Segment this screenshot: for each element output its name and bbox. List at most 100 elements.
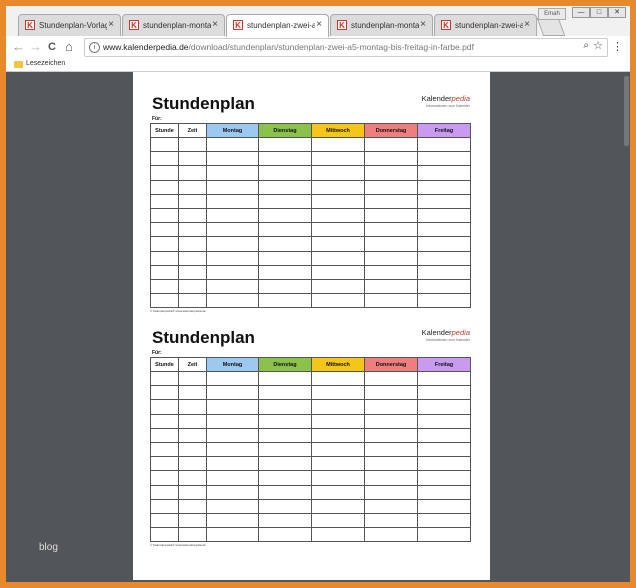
table-cell xyxy=(206,236,259,252)
table-cell xyxy=(150,179,179,195)
table-row xyxy=(150,151,471,167)
menu-icon[interactable]: ⋮ xyxy=(612,40,623,53)
table-cell xyxy=(311,370,365,387)
table-row xyxy=(150,427,471,443)
column-header: Montag xyxy=(206,123,259,138)
table-cell xyxy=(150,264,179,280)
bookmarks-label[interactable]: Lesezeichen xyxy=(26,60,65,67)
table-cell xyxy=(178,136,207,153)
new-tab-button[interactable] xyxy=(536,18,566,36)
table-cell xyxy=(150,250,179,266)
table-cell xyxy=(178,193,207,209)
table-cell xyxy=(258,250,312,266)
pdf-viewer[interactable]: Stundenplan Kalenderpedia Informationen zu… xyxy=(6,72,630,582)
table-cell xyxy=(178,441,207,458)
fuer-label: Für: xyxy=(152,116,162,122)
table-cell xyxy=(364,498,418,514)
column-header: Mittwoch xyxy=(311,123,365,138)
table-cell xyxy=(206,484,259,500)
tab-label: stundenplan-montag xyxy=(143,21,211,30)
table-row xyxy=(150,278,471,295)
table-row xyxy=(150,293,471,309)
logo-brand-text: Kalender xyxy=(421,94,452,103)
table-row xyxy=(150,250,471,266)
table-cell xyxy=(206,207,259,224)
info-icon[interactable]: i xyxy=(89,42,100,53)
table-cell xyxy=(417,179,471,195)
pdf-page: Stundenplan Kalenderpedia Informationen zu… xyxy=(133,72,490,580)
table-cell xyxy=(150,441,179,458)
folder-icon xyxy=(14,61,23,68)
table-cell xyxy=(417,470,471,486)
home-icon[interactable]: ⌂ xyxy=(65,39,73,55)
table-cell xyxy=(364,399,418,415)
table-cell xyxy=(178,385,207,401)
table-cell xyxy=(311,385,365,401)
table-cell xyxy=(178,236,207,252)
forward-icon[interactable]: → xyxy=(29,39,42,55)
tab-4[interactable]: K stundenplan-monta × xyxy=(330,14,433,36)
table-cell xyxy=(364,484,418,500)
table-cell xyxy=(311,264,365,280)
scrollbar[interactable] xyxy=(622,72,630,582)
table-cell xyxy=(178,264,207,280)
tab-label: Stundenplan-Vorlag xyxy=(39,21,107,30)
table-cell xyxy=(150,222,179,238)
table-row xyxy=(150,264,471,280)
tab-2[interactable]: K stundenplan-montag × xyxy=(122,14,225,36)
table-cell xyxy=(417,456,471,472)
close-window-button[interactable]: ✕ xyxy=(608,7,626,18)
table-cell xyxy=(206,222,259,238)
maximize-button[interactable]: □ xyxy=(590,7,608,18)
table-cell xyxy=(311,441,365,458)
table-cell xyxy=(311,413,365,429)
table-cell xyxy=(150,136,179,153)
close-icon[interactable]: × xyxy=(420,19,426,30)
table-row xyxy=(150,370,471,387)
zoom-icon[interactable]: ⌕ xyxy=(583,40,589,51)
table-cell xyxy=(178,456,207,472)
back-icon[interactable]: ← xyxy=(12,39,25,55)
table-cell xyxy=(364,427,418,443)
table-cell xyxy=(311,427,365,443)
table-cell xyxy=(206,151,259,167)
close-icon[interactable]: × xyxy=(316,19,322,30)
address-bar[interactable]: i www.kalenderpedia.de/download/stundenp… xyxy=(84,38,608,57)
reload-icon[interactable]: C xyxy=(48,39,56,55)
tab-label: stundenplan-zwei-a5 xyxy=(247,21,315,30)
table-cell xyxy=(150,278,179,295)
window-controls: — □ ✕ xyxy=(570,6,628,18)
close-icon[interactable]: × xyxy=(212,19,218,30)
table-cell xyxy=(417,165,471,181)
tab-3-active[interactable]: K stundenplan-zwei-a5 × xyxy=(226,14,329,37)
column-header: Donnerstag xyxy=(364,123,418,138)
minimize-button[interactable]: — xyxy=(572,7,590,18)
scrollbar-thumb[interactable] xyxy=(624,76,629,146)
column-header: Montag xyxy=(206,357,259,372)
table-cell xyxy=(150,484,179,500)
table-cell xyxy=(364,456,418,472)
tab-1[interactable]: K Stundenplan-Vorlag × xyxy=(18,14,121,36)
table-cell xyxy=(258,527,312,543)
tab-5[interactable]: K stundenplan-zwei-a5 × xyxy=(434,14,537,36)
column-header: Freitag xyxy=(417,357,471,372)
table-cell xyxy=(258,136,312,153)
close-icon[interactable]: × xyxy=(524,19,530,30)
table-cell xyxy=(311,512,365,529)
table-cell xyxy=(364,193,418,209)
table-cell xyxy=(150,512,179,529)
close-icon[interactable]: × xyxy=(108,19,114,30)
table-cell xyxy=(417,236,471,252)
table-cell xyxy=(178,179,207,195)
column-header: Freitag xyxy=(417,123,471,138)
table-cell xyxy=(364,293,418,309)
profile-button[interactable]: Emah xyxy=(538,8,566,20)
table-cell xyxy=(364,264,418,280)
table-cell xyxy=(417,264,471,280)
bookmark-star-icon[interactable]: ☆ xyxy=(593,39,603,52)
table-cell xyxy=(311,151,365,167)
table-cell xyxy=(417,293,471,309)
table-cell xyxy=(258,165,312,181)
table-cell xyxy=(417,222,471,238)
tab-label: stundenplan-monta xyxy=(351,21,419,30)
